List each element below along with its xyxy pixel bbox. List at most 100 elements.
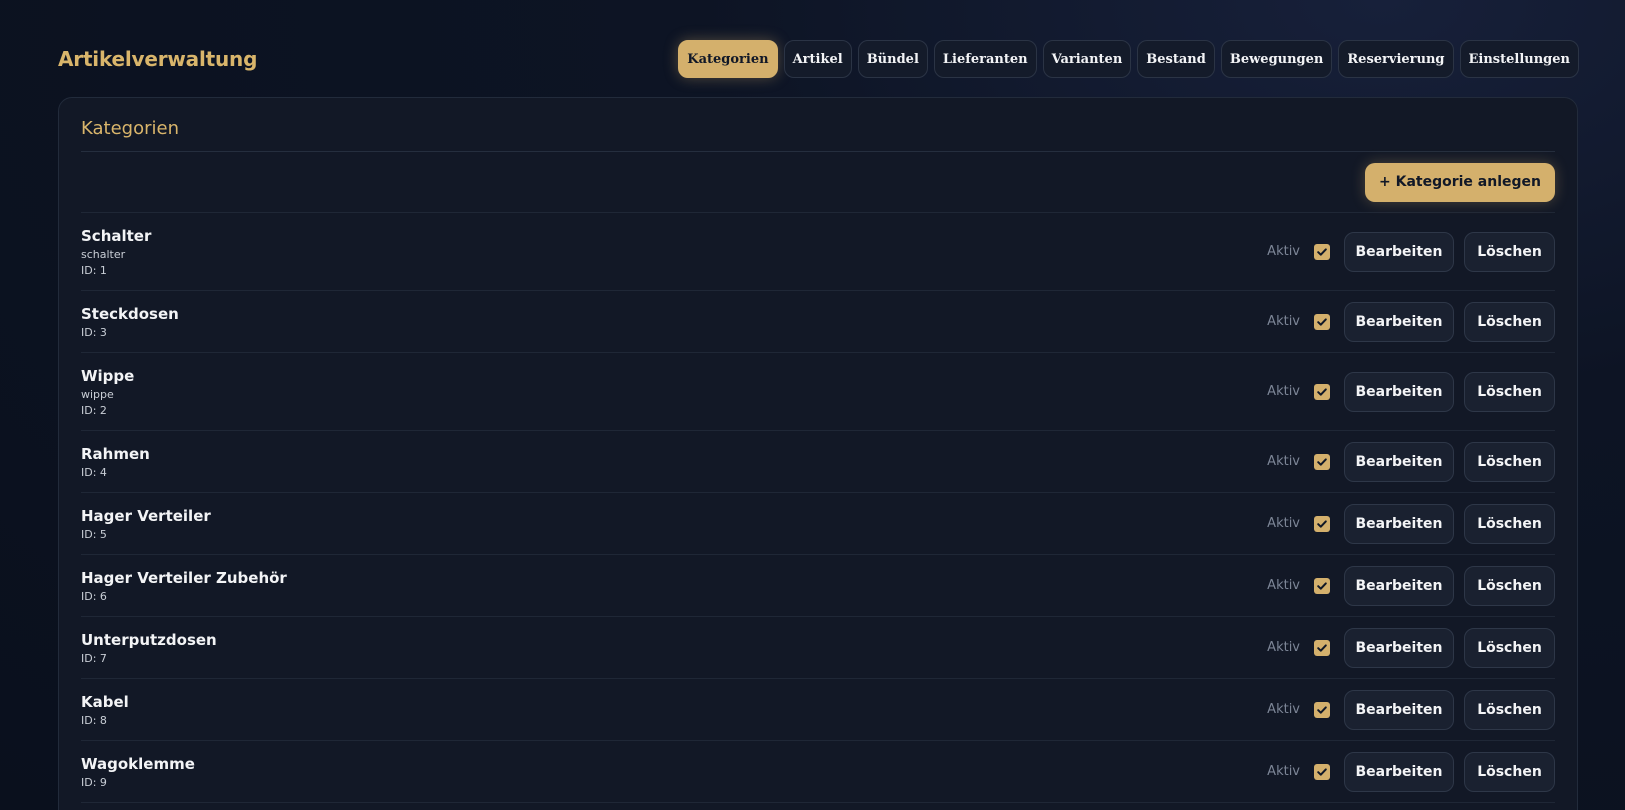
category-info: Rahmen ID: 4 bbox=[81, 445, 150, 479]
category-name: Rahmen bbox=[81, 444, 150, 463]
tab-bewegungen[interactable]: Bewegungen bbox=[1220, 40, 1333, 78]
edit-button[interactable]: Bearbeiten bbox=[1344, 231, 1454, 272]
category-info: Wippe wippe ID: 2 bbox=[81, 367, 134, 417]
category-info: Schalter schalter ID: 1 bbox=[81, 227, 151, 277]
category-name: Hager Verteiler bbox=[81, 506, 211, 525]
tab-bar: Kategorien Artikel Bündel Lieferanten Va… bbox=[678, 40, 1579, 78]
active-label: Aktiv bbox=[1267, 640, 1300, 655]
active-checkbox[interactable] bbox=[1314, 243, 1330, 260]
category-info: Hager Verteiler ID: 5 bbox=[81, 507, 211, 541]
active-checkbox[interactable] bbox=[1314, 383, 1330, 400]
category-name: Steckdosen bbox=[81, 304, 179, 323]
category-row: Wippe wippe ID: 2 Aktiv Bearbeiten Löschen bbox=[81, 353, 1555, 431]
tab-einstellungen[interactable]: Einstellungen bbox=[1459, 40, 1579, 78]
tab-lieferanten[interactable]: Lieferanten bbox=[933, 40, 1037, 78]
category-info: Hager Verteiler Zubehör ID: 6 bbox=[81, 569, 287, 603]
edit-button[interactable]: Bearbeiten bbox=[1344, 371, 1454, 412]
category-slug: wippe bbox=[81, 387, 114, 401]
category-actions: Aktiv Bearbeiten Löschen bbox=[1267, 627, 1555, 668]
category-name: Unterputzdosen bbox=[81, 630, 217, 649]
active-label: Aktiv bbox=[1267, 578, 1300, 593]
tab-artikel[interactable]: Artikel bbox=[783, 40, 852, 78]
category-row: Steckdosen ID: 3 Aktiv Bearbeiten Löschen bbox=[81, 291, 1555, 353]
category-actions: Aktiv Bearbeiten Löschen bbox=[1267, 301, 1555, 342]
tab-kategorien[interactable]: Kategorien bbox=[678, 40, 778, 78]
delete-button[interactable]: Löschen bbox=[1464, 231, 1555, 272]
panel-title: Kategorien bbox=[81, 118, 179, 139]
edit-button[interactable]: Bearbeiten bbox=[1344, 441, 1454, 482]
tab-varianten[interactable]: Varianten bbox=[1042, 40, 1132, 78]
panel-header: Kategorien bbox=[81, 98, 1555, 152]
tab-reservierung[interactable]: Reservierung bbox=[1338, 40, 1454, 78]
active-label: Aktiv bbox=[1267, 516, 1300, 531]
edit-button[interactable]: Bearbeiten bbox=[1344, 503, 1454, 544]
app-title: Artikelverwaltung bbox=[58, 47, 258, 71]
category-name: Hager Verteiler Zubehör bbox=[81, 568, 287, 587]
active-checkbox[interactable] bbox=[1314, 701, 1330, 718]
checkmark-icon bbox=[1316, 456, 1328, 468]
app-root: Artikelverwaltung Kategorien Artikel Bün… bbox=[0, 0, 1625, 810]
active-checkbox[interactable] bbox=[1314, 577, 1330, 594]
category-id: ID: 3 bbox=[81, 325, 107, 339]
category-info: Unterputzdosen ID: 7 bbox=[81, 631, 217, 665]
checkmark-icon bbox=[1316, 704, 1328, 716]
checkmark-icon bbox=[1316, 580, 1328, 592]
category-id: ID: 7 bbox=[81, 651, 107, 665]
category-id: ID: 5 bbox=[81, 527, 107, 541]
category-actions: Aktiv Bearbeiten Löschen bbox=[1267, 441, 1555, 482]
category-id: ID: 2 bbox=[81, 403, 107, 417]
category-name: Wagoklemme bbox=[81, 754, 195, 773]
delete-button[interactable]: Löschen bbox=[1464, 503, 1555, 544]
active-label: Aktiv bbox=[1267, 764, 1300, 779]
active-checkbox[interactable] bbox=[1314, 639, 1330, 656]
category-id: ID: 1 bbox=[81, 263, 107, 277]
active-label: Aktiv bbox=[1267, 314, 1300, 329]
edit-button[interactable]: Bearbeiten bbox=[1344, 689, 1454, 730]
edit-button[interactable]: Bearbeiten bbox=[1344, 751, 1454, 792]
category-id: ID: 9 bbox=[81, 775, 107, 789]
category-row: Schalter schalter ID: 1 Aktiv Bearbeiten Lösc… bbox=[81, 213, 1555, 291]
category-actions: Aktiv Bearbeiten Löschen bbox=[1267, 231, 1555, 272]
category-id: ID: 4 bbox=[81, 465, 107, 479]
checkmark-icon bbox=[1316, 766, 1328, 778]
edit-button[interactable]: Bearbeiten bbox=[1344, 301, 1454, 342]
delete-button[interactable]: Löschen bbox=[1464, 441, 1555, 482]
active-checkbox[interactable] bbox=[1314, 515, 1330, 532]
category-actions: Aktiv Bearbeiten Löschen bbox=[1267, 689, 1555, 730]
category-info: Kabel ID: 8 bbox=[81, 693, 129, 727]
header: Artikelverwaltung Kategorien Artikel Bün… bbox=[58, 38, 1579, 80]
active-label: Aktiv bbox=[1267, 454, 1300, 469]
delete-button[interactable]: Löschen bbox=[1464, 751, 1555, 792]
delete-button[interactable]: Löschen bbox=[1464, 689, 1555, 730]
edit-button[interactable]: Bearbeiten bbox=[1344, 627, 1454, 668]
active-label: Aktiv bbox=[1267, 244, 1300, 259]
checkmark-icon bbox=[1316, 246, 1328, 258]
delete-button[interactable]: Löschen bbox=[1464, 627, 1555, 668]
category-row: Hager Verteiler Zubehör ID: 6 Aktiv Bearbei… bbox=[81, 555, 1555, 617]
active-label: Aktiv bbox=[1267, 702, 1300, 717]
tab-buendel[interactable]: Bündel bbox=[857, 40, 928, 78]
delete-button[interactable]: Löschen bbox=[1464, 371, 1555, 412]
active-checkbox[interactable] bbox=[1314, 453, 1330, 470]
category-row: Hager Verteiler ID: 5 Aktiv Bearbeiten Lösch… bbox=[81, 493, 1555, 555]
category-actions: Aktiv Bearbeiten Löschen bbox=[1267, 751, 1555, 792]
category-name: Kabel bbox=[81, 692, 129, 711]
edit-button[interactable]: Bearbeiten bbox=[1344, 565, 1454, 606]
panel-toolbar: + Kategorie anlegen bbox=[81, 152, 1555, 213]
checkmark-icon bbox=[1316, 518, 1328, 530]
active-label: Aktiv bbox=[1267, 384, 1300, 399]
add-category-button[interactable]: + Kategorie anlegen bbox=[1365, 162, 1555, 202]
delete-button[interactable]: Löschen bbox=[1464, 565, 1555, 606]
category-row: Rahmen ID: 4 Aktiv Bearbeiten Löschen bbox=[81, 431, 1555, 493]
checkmark-icon bbox=[1316, 316, 1328, 328]
category-row: Unterputzdosen ID: 7 Aktiv Bearbeiten Lösche… bbox=[81, 617, 1555, 679]
category-actions: Aktiv Bearbeiten Löschen bbox=[1267, 503, 1555, 544]
active-checkbox[interactable] bbox=[1314, 313, 1330, 330]
category-info: Steckdosen ID: 3 bbox=[81, 305, 179, 339]
delete-button[interactable]: Löschen bbox=[1464, 301, 1555, 342]
active-checkbox[interactable] bbox=[1314, 763, 1330, 780]
tab-bestand[interactable]: Bestand bbox=[1137, 40, 1215, 78]
category-id: ID: 6 bbox=[81, 589, 107, 603]
category-id: ID: 8 bbox=[81, 713, 107, 727]
category-slug: schalter bbox=[81, 247, 126, 261]
